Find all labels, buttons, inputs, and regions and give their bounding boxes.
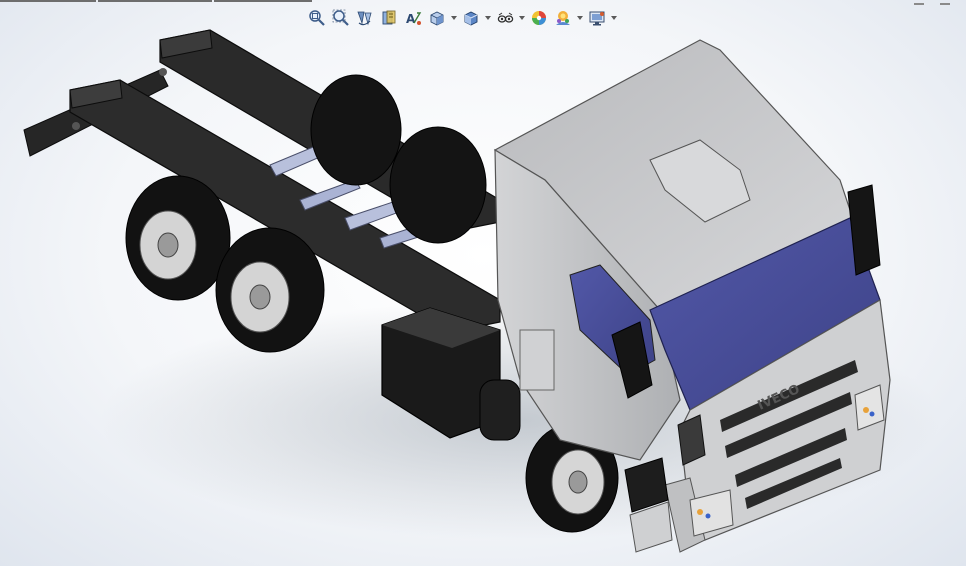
graphics-area[interactable]: A IVECO (0, 0, 966, 566)
truck-assembly-model[interactable]: IVECO (0, 0, 966, 566)
